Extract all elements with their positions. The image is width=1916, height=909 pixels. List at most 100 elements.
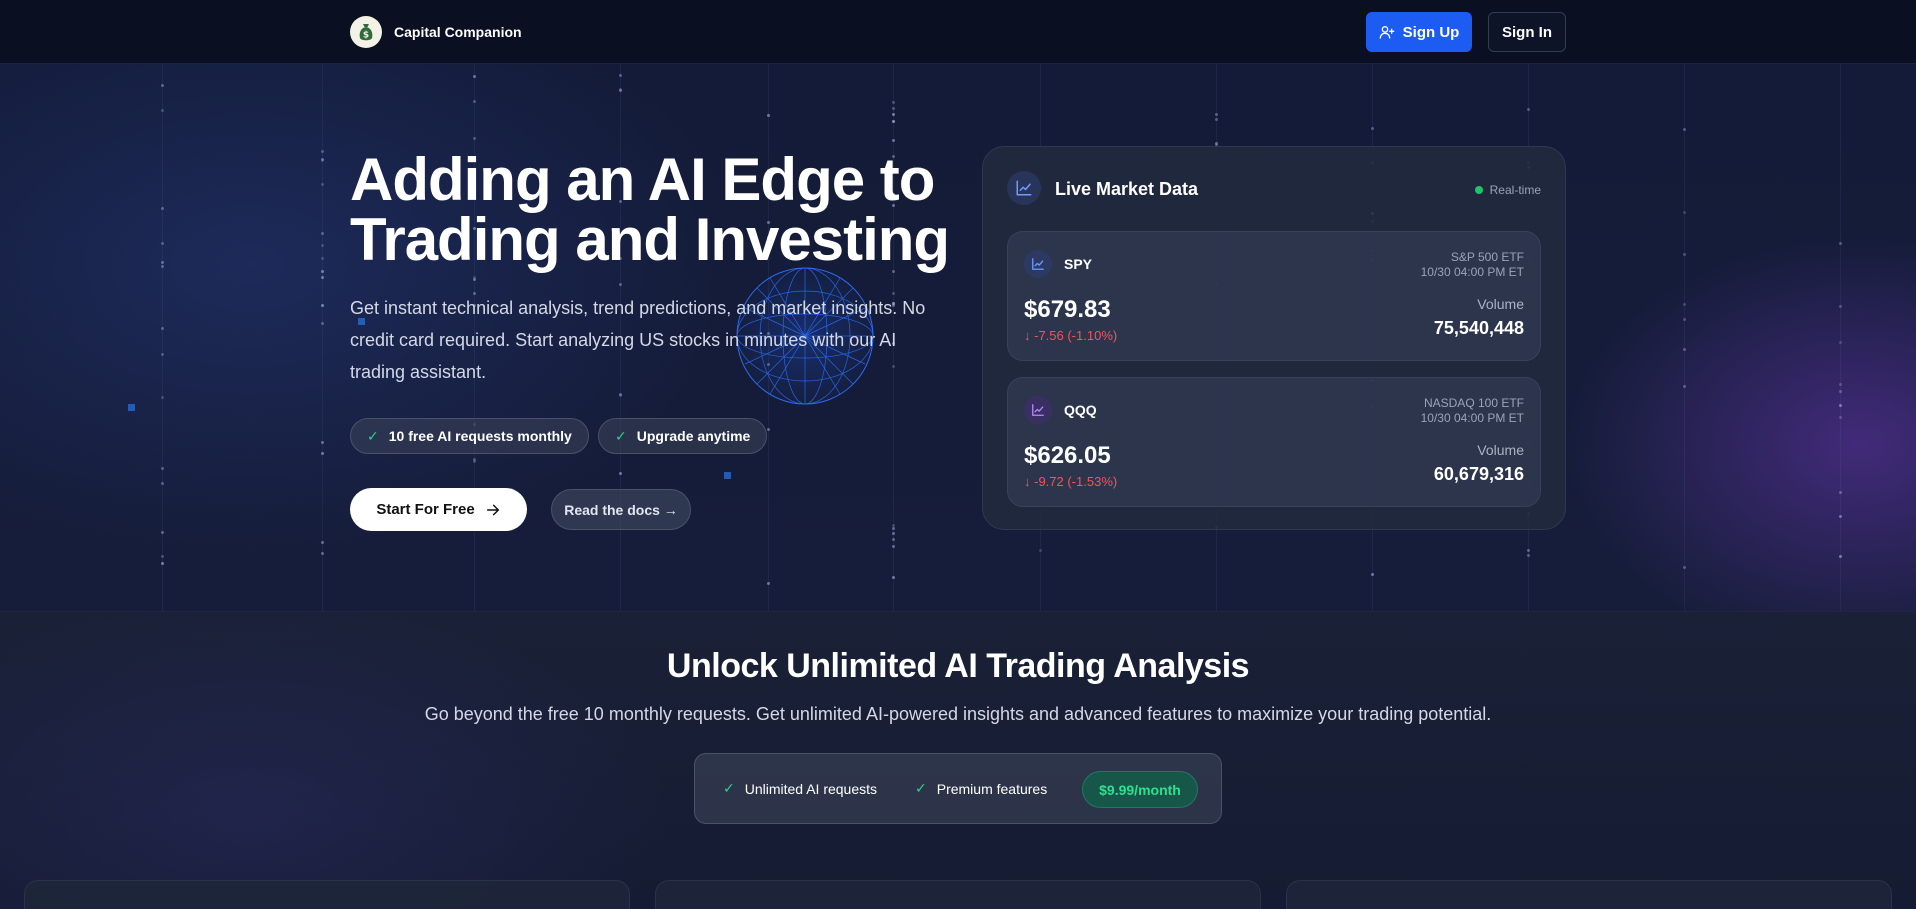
grid-dot [321, 276, 324, 279]
grid-dot [1683, 348, 1686, 351]
grid-dot [321, 441, 324, 444]
grid-dot [1839, 242, 1842, 245]
sign-up-button[interactable]: Sign Up [1366, 12, 1472, 52]
grid-dot [1527, 554, 1530, 557]
grid-dot [892, 107, 895, 110]
grid-dot [473, 458, 476, 461]
check-icon: ✓ [615, 427, 627, 444]
price-badge[interactable]: $9.99/month [1082, 771, 1198, 808]
ticker-symbol: QQQ [1064, 402, 1097, 418]
ticker-symbol: SPY [1064, 256, 1093, 272]
ticker-timestamp: 10/30 04:00 PM ET [1420, 265, 1524, 279]
grid-dot [321, 244, 324, 247]
feature-label: Unlimited AI requests [744, 780, 878, 797]
grid-dot [161, 242, 164, 245]
money-bag-logo-icon: $ [350, 16, 382, 48]
grid-dot [1683, 128, 1686, 131]
feature-premium: ✓ Premium features [915, 780, 1047, 797]
grid-dot [321, 232, 324, 235]
grid-dot [892, 532, 895, 535]
grid-dot [892, 101, 895, 104]
grid-dot [1215, 113, 1218, 116]
grid-dot [321, 183, 324, 186]
grid-dot [321, 257, 324, 260]
ticker-timestamp: 10/30 04:00 PM ET [1420, 411, 1524, 425]
grid-dot [161, 353, 164, 356]
grid-dot [473, 75, 476, 78]
grid-dot [161, 261, 164, 264]
svg-text:$: $ [363, 31, 369, 41]
ticker-description: NASDAQ 100 ETF 10/30 04:00 PM ET [1421, 396, 1524, 426]
upgrade-title: Unlock Unlimited AI Trading Analysis [666, 647, 1250, 685]
grid-dot [321, 270, 324, 273]
hero-title-line-1: Adding an AI Edge to [350, 146, 935, 213]
grid-dot [1839, 341, 1842, 344]
ticker-card-spy[interactable]: SPY S&P 500 ETF 10/30 04:00 PM ET $679.8… [1007, 231, 1541, 361]
grid-line [162, 64, 163, 611]
grid-line [322, 64, 323, 611]
grid-dot [161, 396, 164, 399]
grid-dot [1839, 416, 1842, 419]
ticker-name: NASDAQ 100 ETF [1423, 396, 1524, 410]
grid-dot [1683, 566, 1686, 569]
grid-dot [1839, 404, 1842, 407]
ticker-price: $679.83 [1024, 296, 1111, 323]
grid-dot [321, 304, 324, 307]
grid-line [1840, 64, 1841, 611]
live-status-dot [1474, 186, 1483, 194]
grid-dot [619, 88, 622, 91]
feature-card [24, 880, 630, 909]
grid-dot [321, 541, 324, 544]
grid-dot [619, 74, 622, 77]
hero-subtitle: Get instant technical analysis, trend pr… [350, 298, 926, 382]
sign-in-button[interactable]: Sign In [1488, 12, 1566, 52]
grid-dot [619, 283, 622, 286]
grid-dot [1839, 305, 1842, 308]
sign-in-label: Sign In [1502, 23, 1552, 41]
feature-card [655, 880, 1261, 909]
grid-dot [892, 113, 895, 116]
grid-dot [1215, 142, 1218, 145]
floating-square [128, 404, 135, 411]
grid-dot [161, 207, 164, 210]
chart-line-icon [1007, 171, 1041, 205]
ticker-card-qqq[interactable]: QQQ NASDAQ 100 ETF 10/30 04:00 PM ET $62… [1007, 377, 1541, 507]
grid-dot [321, 322, 324, 325]
grid-dot [1839, 555, 1842, 558]
start-for-free-button[interactable]: Start For Free [350, 488, 527, 531]
chip-label: 10 free AI requests monthly [388, 428, 572, 444]
hero-section: Adding an AI Edge to Trading and Investi… [0, 64, 1916, 611]
read-the-docs-button[interactable]: Read the docs → [551, 489, 691, 530]
grid-dot [1039, 549, 1042, 552]
grid-dot [1371, 127, 1374, 130]
grid-dot [1839, 390, 1842, 393]
grid-dot [1839, 491, 1842, 494]
grid-dot [892, 524, 895, 527]
grid-dot [1683, 211, 1686, 214]
ticker-description: S&P 500 ETF 10/30 04:00 PM ET [1421, 250, 1524, 280]
ticker-volume: 60,679,316 [1433, 464, 1524, 484]
ticker-price: $626.05 [1024, 442, 1111, 469]
brand[interactable]: $ Capital Companion [350, 16, 522, 48]
grid-dot [161, 327, 164, 330]
grid-dot [321, 452, 324, 455]
grid-dot [892, 527, 895, 530]
realtime-label: Real-time [1489, 183, 1541, 197]
feature-unlimited-requests: ✓ Unlimited AI requests [723, 780, 877, 797]
grid-dot [1215, 118, 1218, 121]
grid-dot [1683, 318, 1686, 321]
grid-dot [1527, 549, 1530, 552]
grid-dot [1683, 385, 1686, 388]
ticker-change: ↓ -7.56 (-1.10%) [1024, 328, 1118, 343]
pricing-summary-box: ✓ Unlimited AI requests ✓ Premium featur… [694, 753, 1222, 824]
grid-dot [161, 467, 164, 470]
upgrade-subtitle: Go beyond the free 10 monthly requests. … [424, 704, 1492, 724]
ticker-change: ↓ -9.72 (-1.53%) [1024, 474, 1118, 489]
grid-dot [321, 552, 324, 555]
hero-title: Adding an AI Edge to Trading and Investi… [350, 150, 970, 270]
grid-dot [1683, 253, 1686, 256]
grid-dot [161, 482, 164, 485]
grid-dot [1527, 108, 1530, 111]
grid-dot [619, 472, 622, 475]
grid-dot [892, 576, 895, 579]
